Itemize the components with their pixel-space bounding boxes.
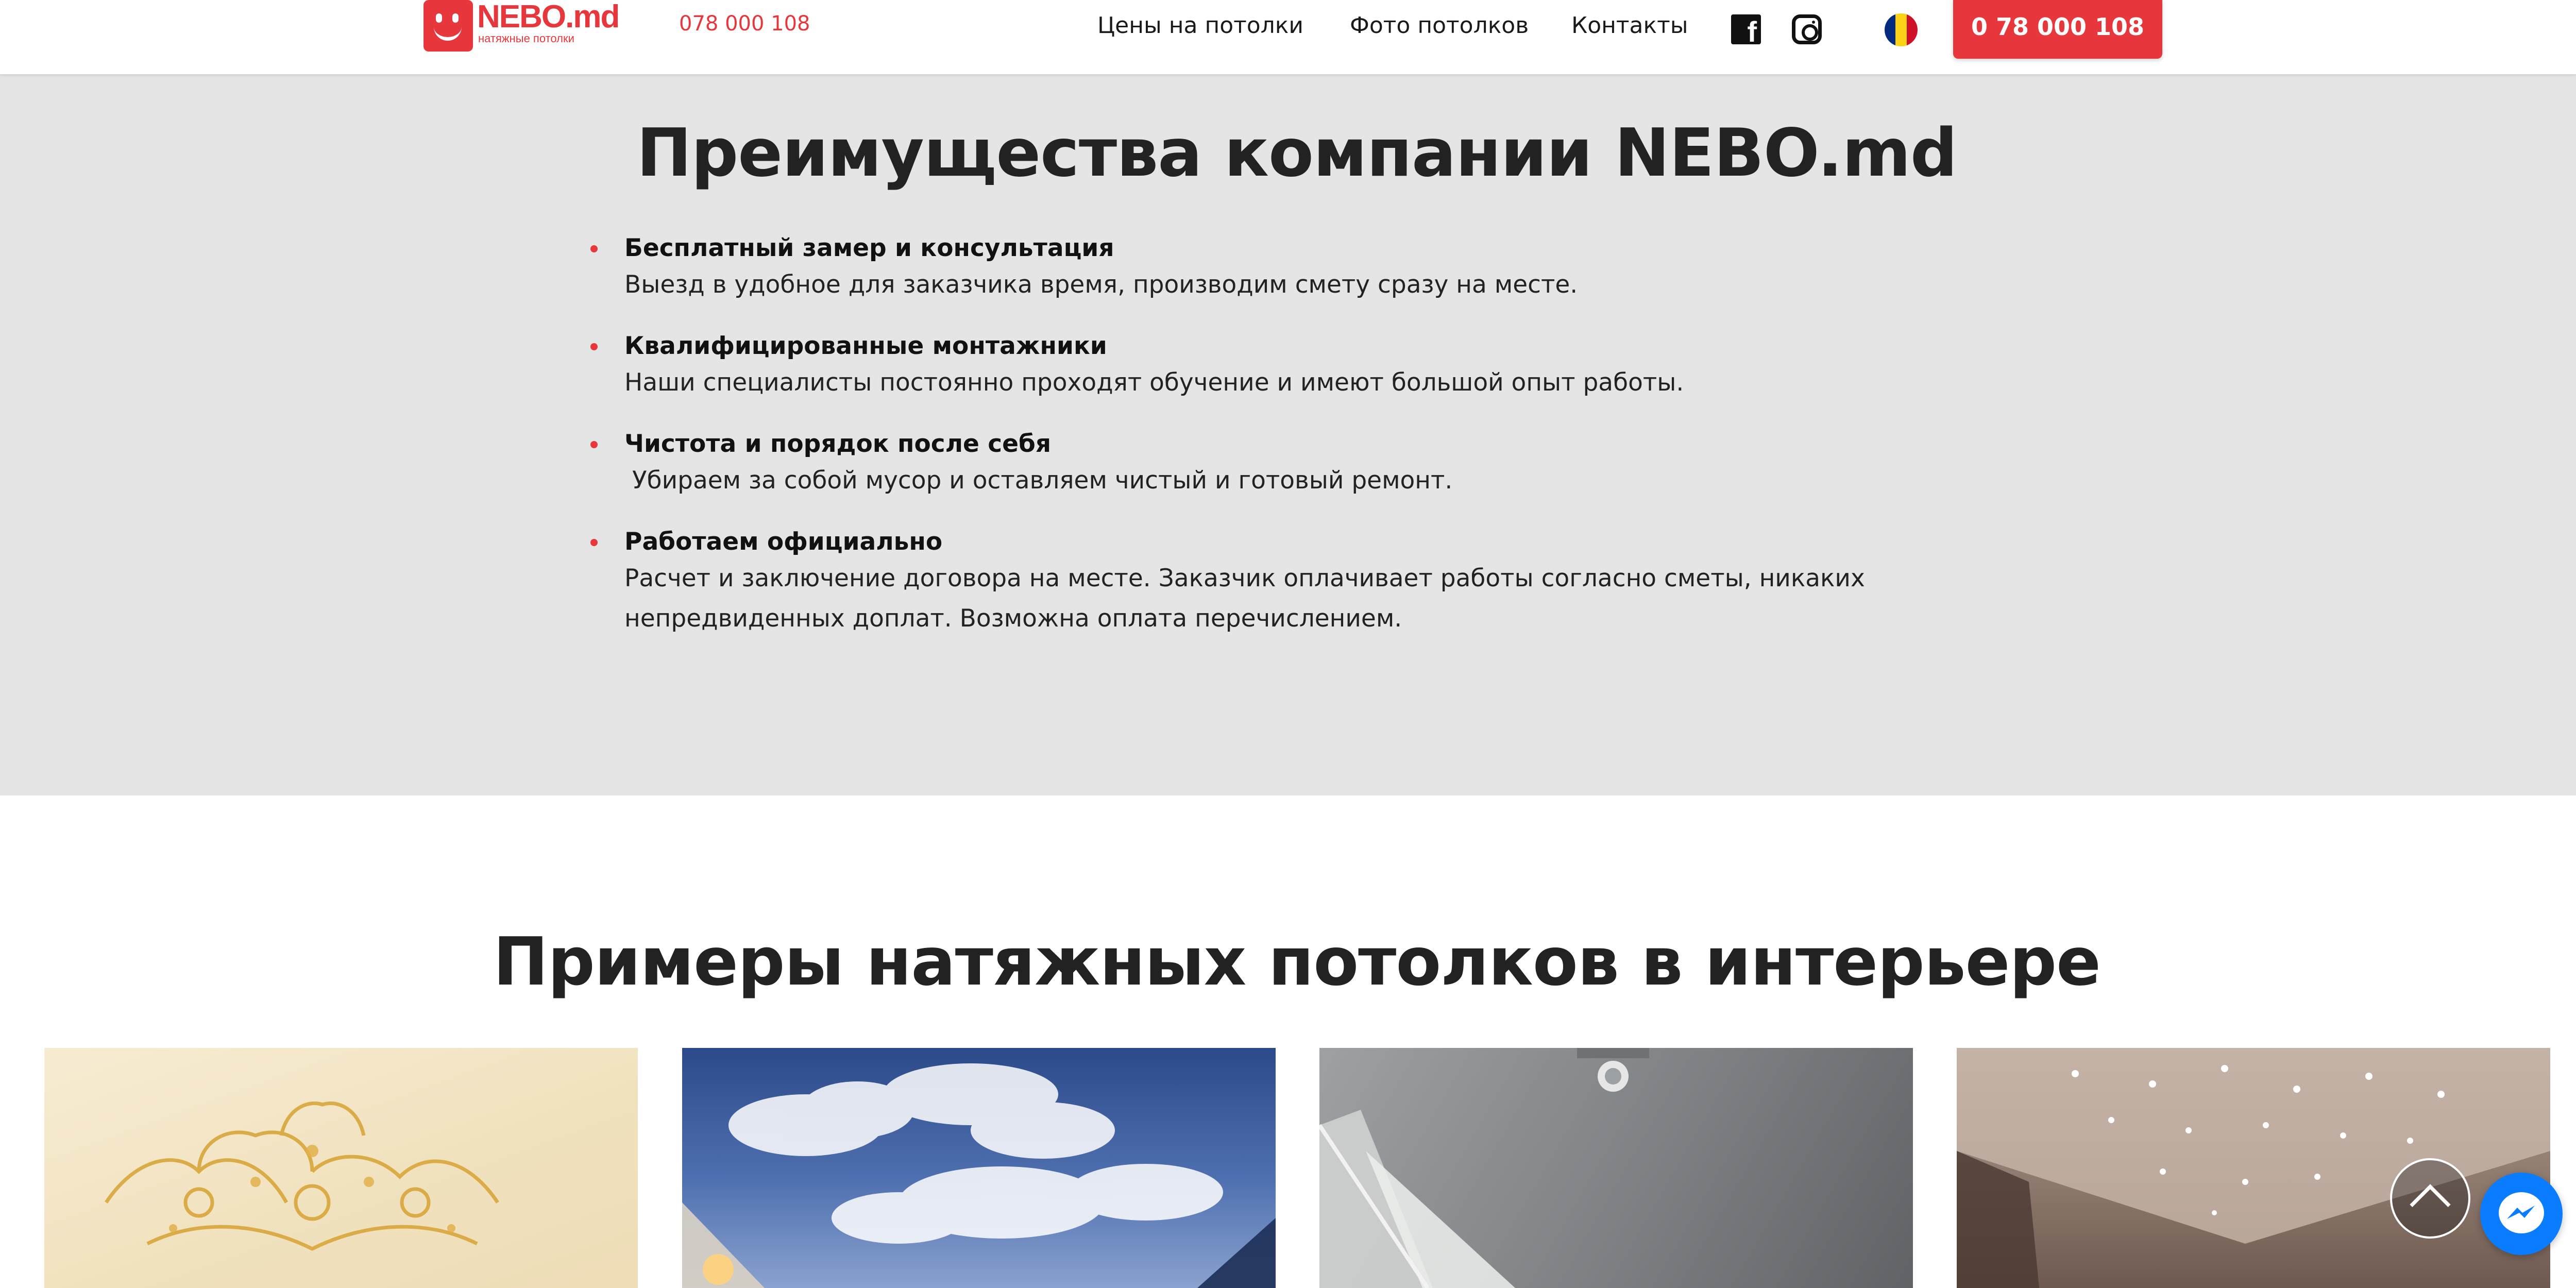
logo-name: NEBO.md (477, 0, 620, 35)
grey-ceiling (1319, 1048, 1649, 1288)
call-button[interactable]: 0 78 000 108 (1953, 0, 2162, 59)
advantage-heading: Бесплатный замер и консультация (624, 234, 1114, 262)
examples-title: Примеры натяжных потолков в интерьере (493, 924, 2101, 1001)
bullet-icon (590, 539, 598, 546)
advantage-text: Расчет и заключение договора на месте. З… (624, 564, 1865, 633)
advantages-section: Преимущества компании NEBO.md Бесплатный… (0, 74, 2576, 795)
logo-subtitle: натяжные потолки (478, 32, 574, 45)
facebook-icon[interactable]: f (1731, 14, 1761, 46)
advantage-heading: Квалифицированные монтажники (624, 332, 1107, 360)
bullet-icon (590, 441, 598, 448)
chevron-up-icon (2410, 1184, 2451, 1225)
advantage-text: Убираем за собой мусор и оставляем чисты… (624, 466, 1453, 495)
logo-face-icon (423, 0, 473, 52)
messenger-icon (2499, 1192, 2544, 1233)
ornament-pattern (105, 1101, 499, 1251)
instagram-icon[interactable] (1792, 14, 1822, 44)
logo[interactable]: NEBO.md натяжные потолки (423, 0, 620, 52)
bullet-icon (590, 245, 598, 252)
messenger-chat-button[interactable] (2480, 1173, 2563, 1255)
list-item: Чистота и порядок после себя Убираем за … (590, 428, 1964, 501)
bullet-icon (590, 343, 598, 350)
gallery-image-grey-ceiling[interactable] (1319, 1048, 1913, 1288)
nav-item-photos[interactable]: Фото потолков (1350, 10, 1529, 41)
advantage-text: Наши специалисты постоянно проходят обуч… (624, 368, 1684, 397)
advantage-text: Выезд в удобное для заказчика время, про… (624, 270, 1578, 299)
language-flag-icon[interactable] (1885, 13, 1918, 46)
header-phone-link[interactable]: 078 000 108 (679, 11, 810, 36)
star-ceiling (1957, 1048, 2550, 1288)
advantages-list: Бесплатный замер и консультация Выезд в … (590, 232, 1964, 664)
gallery-image-sky[interactable] (682, 1048, 1276, 1288)
advantage-heading: Чистота и порядок после себя (624, 430, 1052, 458)
nav-item-prices[interactable]: Цены на потолки (1097, 10, 1303, 41)
sky-clouds (682, 1063, 1276, 1288)
site-header: NEBO.md натяжные потолки 078 000 108 Цен… (0, 0, 2576, 74)
scroll-to-top-button[interactable] (2390, 1158, 2470, 1239)
advantages-title: Преимущества компании NEBO.md (636, 115, 1958, 192)
nav-item-contacts[interactable]: Контакты (1571, 10, 1688, 41)
gallery-image-star-ceiling[interactable] (1957, 1048, 2550, 1288)
gallery-image-ornament[interactable] (44, 1048, 638, 1288)
list-item: Бесплатный замер и консультация Выезд в … (590, 232, 1964, 305)
list-item: Работаем официально Расчет и заключение … (590, 526, 1964, 639)
advantage-heading: Работаем официально (624, 528, 943, 556)
list-item: Квалифицированные монтажники Наши специа… (590, 330, 1964, 403)
